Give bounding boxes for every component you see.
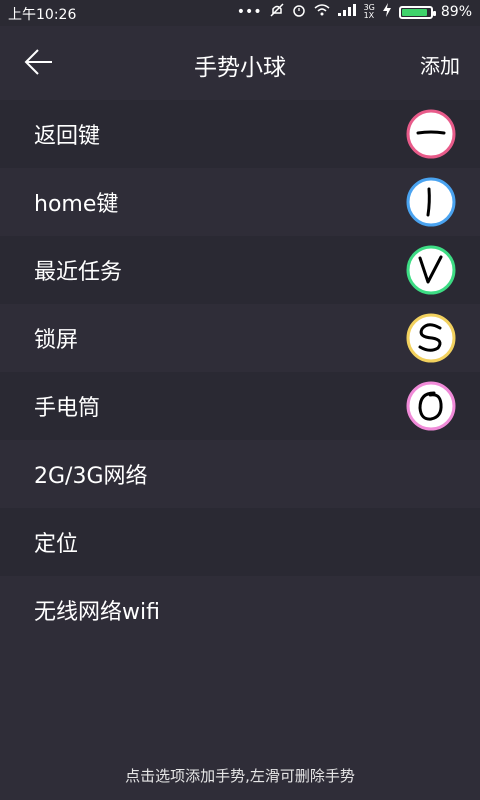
list-item-flashlight[interactable]: 手电筒 [0,372,480,440]
app-header: 手势小球 添加 [0,26,480,100]
page-title: 手势小球 [194,55,286,81]
list-item-mobile-network[interactable]: 2G/3G网络 [0,440,480,508]
gesture-list: 返回键 home键 最近任务 锁屏 手电筒 2G/3G网络 定位 无线网络wif… [0,100,480,644]
list-item-back-key[interactable]: 返回键 [0,100,480,168]
list-item-label: 2G/3G网络 [34,464,148,489]
wifi-icon [314,4,330,20]
gesture-vertical-line-icon [406,177,456,227]
network-3g-icon: 3G 1X [363,3,375,20]
battery-icon [398,5,436,19]
alarm-icon [292,3,306,21]
list-item-label: 最近任务 [34,260,123,285]
gesture-s-shape-icon [406,313,456,363]
list-item-label: 锁屏 [34,328,79,353]
list-item-home-key[interactable]: home键 [0,168,480,236]
gesture-v-shape-icon [406,245,456,295]
list-item-recent-tasks[interactable]: 最近任务 [0,236,480,304]
status-time: 上午10:26 [8,7,77,23]
list-item-label: 无线网络wifi [34,600,160,625]
battery-percent: 89% [440,4,472,20]
battery-tip [432,10,436,16]
more-dots-icon: ••• [236,4,262,20]
list-item-wifi[interactable]: 无线网络wifi [0,576,480,644]
status-icons: ••• 3G 1X 89% [237,3,472,21]
gesture-horizontal-line-icon [406,109,456,159]
list-item-label: 返回键 [34,124,101,149]
list-item-lock-screen[interactable]: 锁屏 [0,304,480,372]
mute-icon [270,3,284,21]
list-item-label: home键 [34,192,119,217]
gesture-o-shape-icon [406,381,456,431]
footer-hint: 点击选项添加手势,左滑可删除手势 [125,767,355,785]
add-button[interactable]: 添加 [420,50,460,79]
list-item-label: 手电筒 [34,396,101,421]
battery-fill [401,8,427,16]
signal-icon [337,4,356,20]
status-bar: 上午10:26 ••• 3G 1X 89% [0,0,480,26]
charging-icon [382,3,391,21]
list-item-label: 定位 [34,532,79,557]
list-item-location[interactable]: 定位 [0,508,480,576]
